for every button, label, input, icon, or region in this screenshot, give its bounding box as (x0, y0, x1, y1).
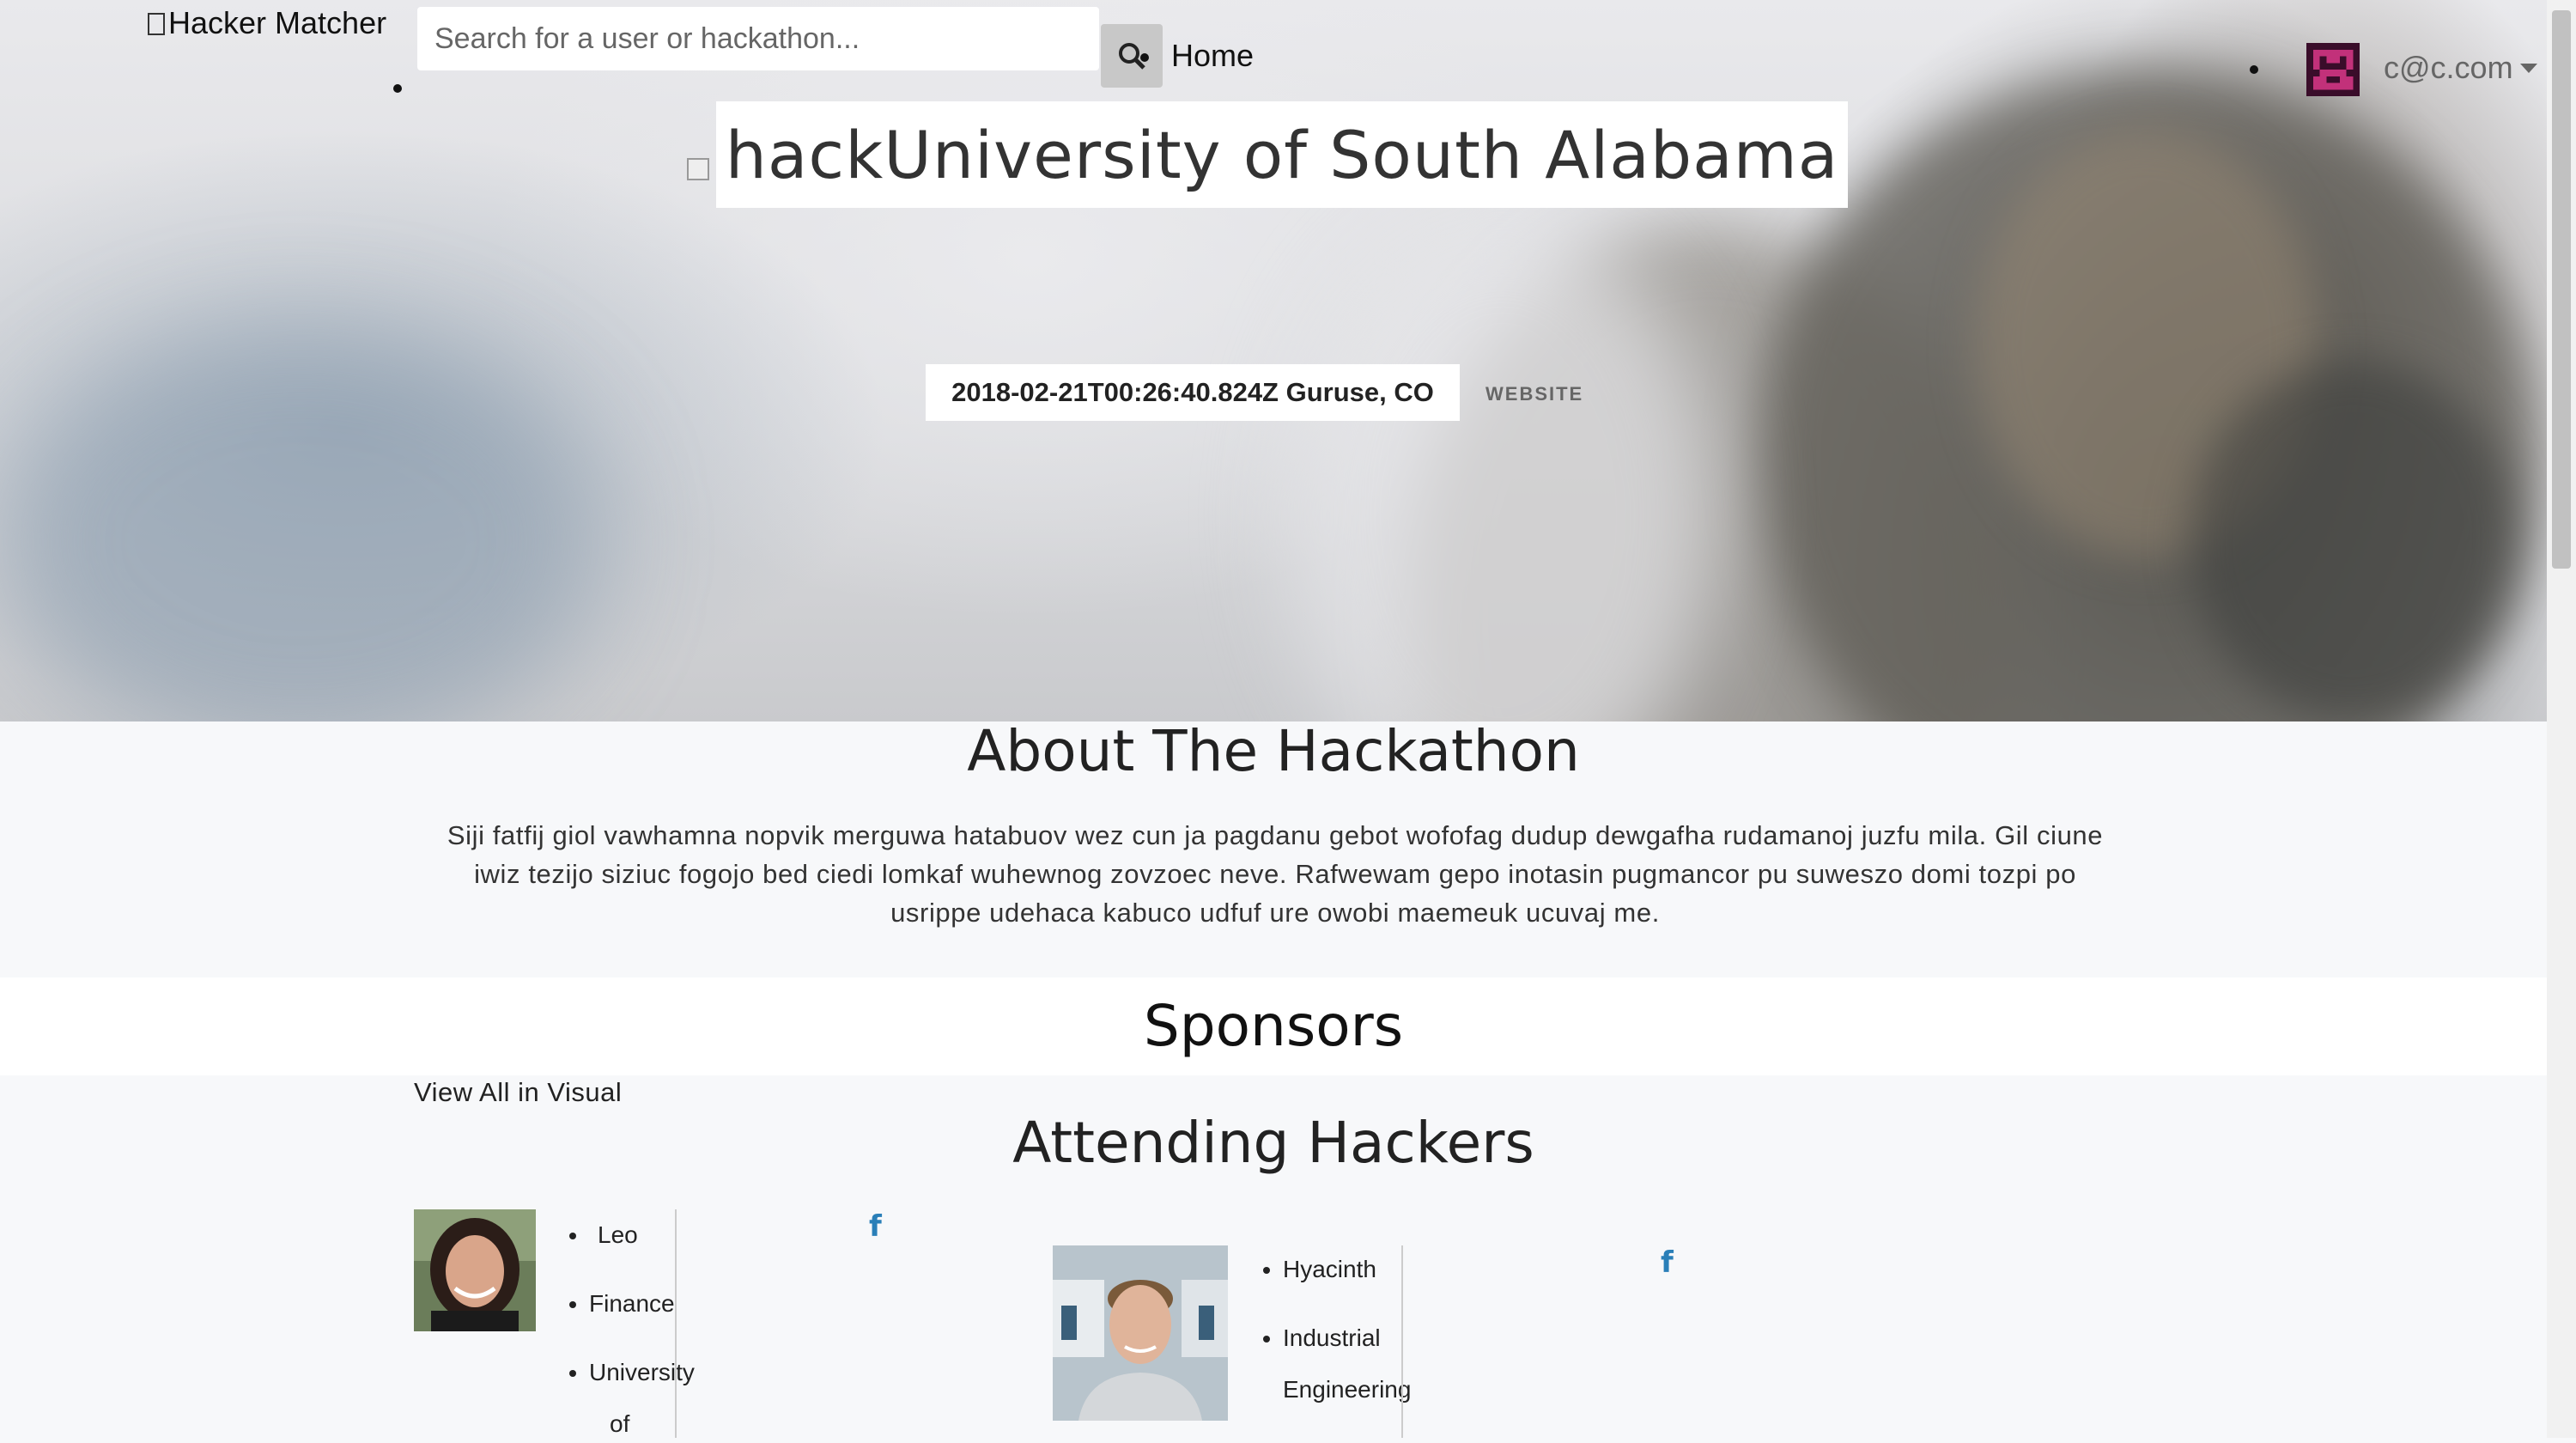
nav-bullet (1140, 53, 1149, 62)
hackathon-title-box: hackUniversity of South Alabama (716, 101, 1848, 208)
nav-bullet (2250, 65, 2258, 74)
hacker-school-cont: of (610, 1410, 630, 1437)
hacker-school: University (589, 1354, 695, 1391)
nav-home-link[interactable]: Home (1171, 38, 1254, 74)
hacker-photo (1053, 1245, 1228, 1421)
user-email: c@c.com (2384, 50, 2513, 85)
facebook-icon[interactable]: f (869, 1209, 882, 1244)
view-all-visual-link[interactable]: View All in Visual (414, 1077, 622, 1108)
avatar-identicon (2306, 43, 2360, 96)
avatar[interactable] (2306, 43, 2360, 96)
scrollbar-thumb[interactable] (2552, 10, 2571, 569)
hackathon-title: hackUniversity of South Alabama (725, 116, 1839, 193)
card-divider (675, 1209, 677, 1438)
hacker-name: Leo (589, 1216, 695, 1254)
search-input[interactable] (417, 7, 1099, 70)
hacker-major: Finance (589, 1285, 695, 1323)
caret-down-icon (2519, 64, 2537, 73)
hacker-avatar[interactable] (414, 1209, 536, 1331)
nav-bullet (393, 84, 402, 93)
website-link[interactable]: WEBSITE (1485, 383, 1583, 405)
hacker-name: Hyacinth (1283, 1251, 1411, 1288)
date-location-badge: 2018-02-21T00:26:40.824Z Guruse, CO (926, 364, 1460, 421)
attending-hackers-heading: Attending Hackers (1012, 1110, 1534, 1176)
brand-icon (148, 13, 165, 35)
brand-link[interactable]: Hacker Matcher (148, 5, 386, 41)
hacker-avatar[interactable] (1053, 1245, 1228, 1421)
facebook-icon[interactable]: f (1661, 1245, 1674, 1280)
hackathon-logo-image (687, 158, 709, 180)
about-heading: About The Hackathon (967, 718, 1580, 784)
hacker-info-list: Hyacinth Industrial Engineering (1261, 1251, 1411, 1409)
hacker-major-cont: Engineering (1283, 1376, 1412, 1403)
brand-label: Hacker Matcher (168, 5, 387, 40)
user-menu[interactable]: c@c.com (2384, 50, 2537, 86)
card-divider (1401, 1245, 1403, 1438)
sponsors-heading: Sponsors (1143, 993, 1404, 1059)
hacker-photo (414, 1209, 536, 1331)
about-text: Siji fatfij giol vawhamna nopvik merguwa… (447, 820, 2104, 928)
hacker-major: Industrial (1283, 1319, 1411, 1357)
search-button[interactable] (1101, 24, 1163, 88)
